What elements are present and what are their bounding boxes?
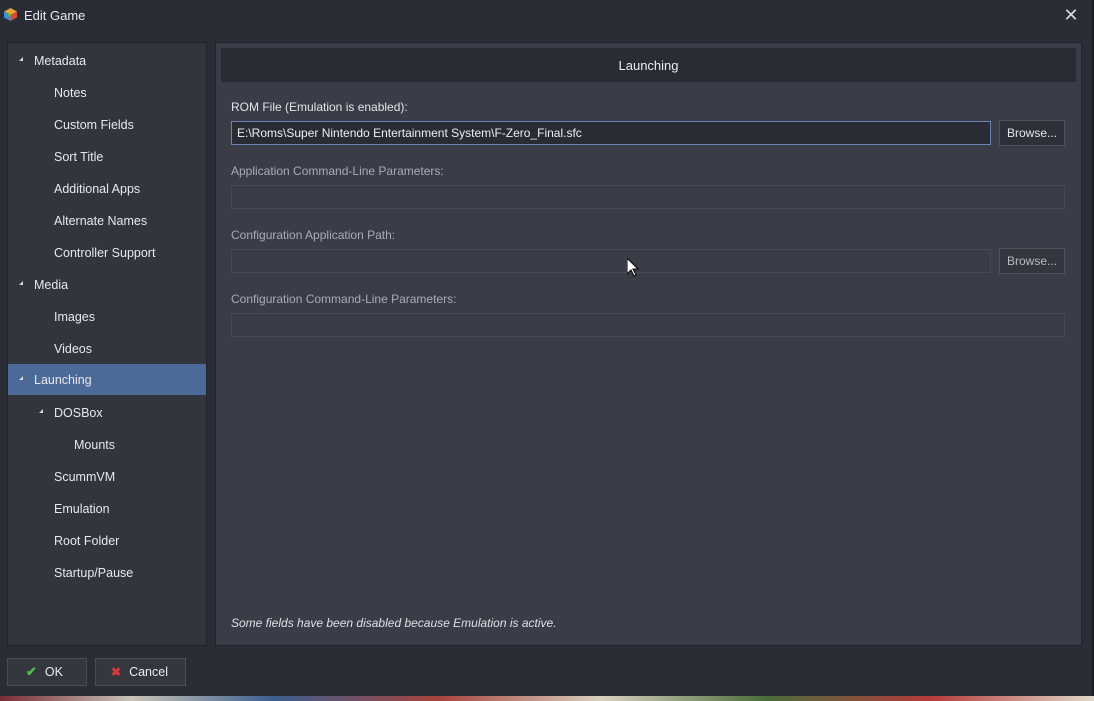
tree-item-label: Startup/Pause <box>54 565 134 580</box>
tree-item-alternate-names[interactable]: Alternate Names <box>8 205 206 236</box>
tree-item-custom-fields[interactable]: Custom Fields <box>8 109 206 140</box>
panel-header: Launching <box>221 48 1076 82</box>
edit-game-window: Edit Game ✕ Metadata Notes Custom Fields… <box>0 0 1094 696</box>
tree-item-metadata[interactable]: Metadata <box>8 45 206 76</box>
cancel-label: Cancel <box>129 665 168 679</box>
tree-item-label: DOSBox <box>54 405 103 420</box>
launchbox-icon <box>4 8 17 21</box>
tree-item-label: Emulation <box>54 501 110 516</box>
desktop-background-strip <box>0 696 1094 701</box>
expanded-arrow-icon[interactable] <box>19 57 23 61</box>
expanded-arrow-icon[interactable] <box>19 376 23 380</box>
tree-item-label: Alternate Names <box>54 213 148 228</box>
tree-item-label: Root Folder <box>54 533 120 548</box>
tree-item-label: Metadata <box>34 53 87 68</box>
tree-item-sort-title[interactable]: Sort Title <box>8 141 206 172</box>
config-browse-button[interactable]: Browse... <box>999 248 1065 274</box>
tree-item-label: Additional Apps <box>54 181 141 196</box>
x-icon: ✖ <box>111 665 122 679</box>
title-bar: Edit Game ✕ <box>0 0 1092 30</box>
ok-label: OK <box>44 665 63 679</box>
rom-browse-button[interactable]: Browse... <box>999 120 1065 146</box>
tree-item-controller-support[interactable]: Controller Support <box>8 237 206 268</box>
tree-item-emulation[interactable]: Emulation <box>8 493 206 524</box>
tree-item-startup-pause[interactable]: Startup/Pause <box>8 557 206 588</box>
tree-item-label: Notes <box>54 85 87 100</box>
tree-item-label: Controller Support <box>54 245 156 260</box>
tree-item-launching[interactable]: Launching <box>8 364 206 395</box>
app-params-input[interactable] <box>231 185 1065 209</box>
tree-item-label: Images <box>54 309 95 324</box>
tree-item-label: ScummVM <box>54 469 116 484</box>
tree-item-videos[interactable]: Videos <box>8 333 206 364</box>
app-params-label: Application Command-Line Parameters: <box>231 164 444 178</box>
check-icon: ✔ <box>26 664 37 679</box>
tree-item-label: Launching <box>34 372 92 387</box>
mouse-cursor-icon <box>627 258 639 277</box>
tree-item-additional-apps[interactable]: Additional Apps <box>8 173 206 204</box>
tree-item-label: Mounts <box>74 437 115 452</box>
config-path-label: Configuration Application Path: <box>231 228 396 242</box>
tree-item-scummvm[interactable]: ScummVM <box>8 461 206 492</box>
config-params-input[interactable] <box>231 313 1065 337</box>
window-title: Edit Game <box>24 8 86 23</box>
tree-item-label: Sort Title <box>54 149 104 164</box>
tree-item-label: Custom Fields <box>54 117 134 132</box>
emulation-note: Some fields have been disabled because E… <box>231 616 557 630</box>
cancel-button[interactable]: ✖ Cancel <box>95 658 186 686</box>
tree-item-dosbox[interactable]: DOSBox <box>8 397 206 428</box>
tree-item-root-folder[interactable]: Root Folder <box>8 525 206 556</box>
tree-item-media[interactable]: Media <box>8 269 206 300</box>
rom-file-input[interactable] <box>231 121 991 145</box>
tree-item-label: Media <box>34 277 69 292</box>
category-tree: Metadata Notes Custom Fields Sort Title … <box>7 42 207 646</box>
tree-item-notes[interactable]: Notes <box>8 77 206 108</box>
rom-file-label: ROM File (Emulation is enabled): <box>231 100 408 114</box>
tree-item-mounts[interactable]: Mounts <box>8 429 206 460</box>
config-params-label: Configuration Command-Line Parameters: <box>231 292 457 306</box>
expanded-arrow-icon[interactable] <box>39 409 43 413</box>
close-icon[interactable]: ✕ <box>1060 4 1082 26</box>
launching-panel: Launching ROM File (Emulation is enabled… <box>215 42 1082 646</box>
config-path-input[interactable] <box>231 249 991 273</box>
tree-item-label: Videos <box>54 341 92 356</box>
tree-item-images[interactable]: Images <box>8 301 206 332</box>
ok-button[interactable]: ✔ OK <box>7 658 87 686</box>
expanded-arrow-icon[interactable] <box>19 281 23 285</box>
